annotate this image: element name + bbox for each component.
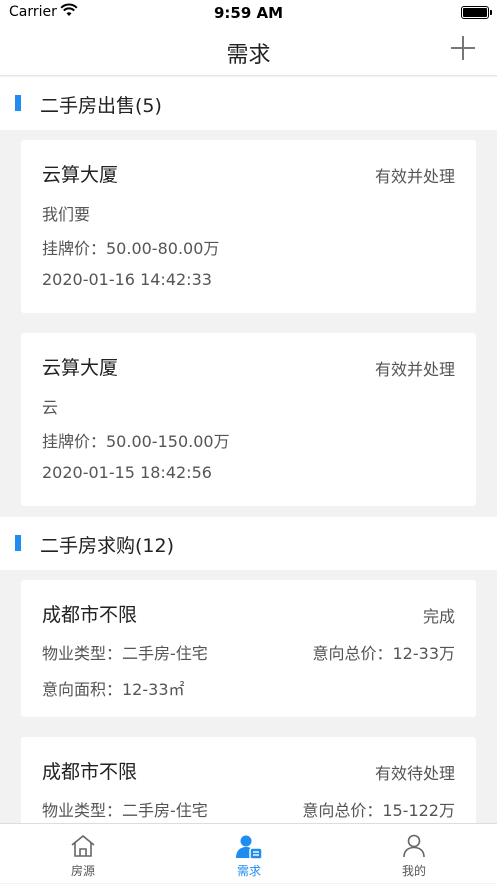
status-bar: Carrier 9:59 AM [0,0,497,26]
buy-card[interactable]: 成都市不限 完成 物业类型：二手房-住宅 意向总价：12-33万 意向面积：12… [21,580,476,717]
person-icon [401,834,427,862]
tab-mine[interactable]: 我的 [331,824,497,884]
buy-card[interactable]: 成都市不限 有效待处理 物业类型：二手房-住宅 意向总价：15-122万 [21,737,476,823]
property-type: 物业类型：二手房-住宅 [42,797,208,821]
timestamp: 2020-01-16 14:42:33 [42,270,212,289]
status-badge: 有效并处理 [375,163,455,187]
section-title: 二手房出售(5) [40,91,162,118]
tab-listings[interactable]: 房源 [0,824,166,884]
tab-label: 房源 [0,862,166,879]
add-icon[interactable] [451,36,475,60]
status-badge: 有效并处理 [375,356,455,380]
sale-card[interactable]: 云算大厦 有效并处理 云 挂牌价：50.00-150.00万 2020-01-1… [21,333,476,506]
section-header-sale: 二手房出售(5) [0,77,497,130]
card-title: 云算大厦 [42,353,118,380]
section-marker [15,535,21,551]
demand-icon [235,834,263,864]
section-marker [15,95,21,111]
card-description: 云 [42,394,58,418]
card-description: 我们要 [42,201,90,225]
card-title: 成都市不限 [42,600,137,627]
card-title: 成都市不限 [42,757,137,784]
section-title: 二手房求购(12) [40,531,174,558]
intended-total-price: 意向总价：12-33万 [313,640,456,664]
listing-price: 挂牌价：50.00-150.00万 [42,428,230,452]
sale-card[interactable]: 云算大厦 有效并处理 我们要 挂牌价：50.00-80.00万 2020-01-… [21,140,476,313]
battery-icon [461,6,489,19]
timestamp: 2020-01-15 18:42:56 [42,463,212,482]
tab-label: 需求 [166,862,332,879]
section-header-buy: 二手房求购(12) [0,517,497,570]
intended-total-price: 意向总价：15-122万 [302,797,455,821]
card-title: 云算大厦 [42,160,118,187]
demand-list[interactable]: 二手房出售(5) 云算大厦 有效并处理 我们要 挂牌价：50.00-80.00万… [0,77,497,823]
listing-price: 挂牌价：50.00-80.00万 [42,235,219,259]
property-type: 物业类型：二手房-住宅 [42,640,208,664]
intended-area: 意向面积：12-33㎡ [42,676,185,700]
house-icon [69,834,97,862]
status-badge: 有效待处理 [375,760,455,784]
tab-bar: 房源 需求 我的 [0,823,497,883]
page-title: 需求 [0,37,497,69]
navigation-bar: 需求 [0,26,497,76]
tab-demand[interactable]: 需求 [166,824,332,884]
status-badge: 完成 [423,603,455,627]
clock: 9:59 AM [0,4,497,22]
tab-label: 我的 [331,862,497,879]
